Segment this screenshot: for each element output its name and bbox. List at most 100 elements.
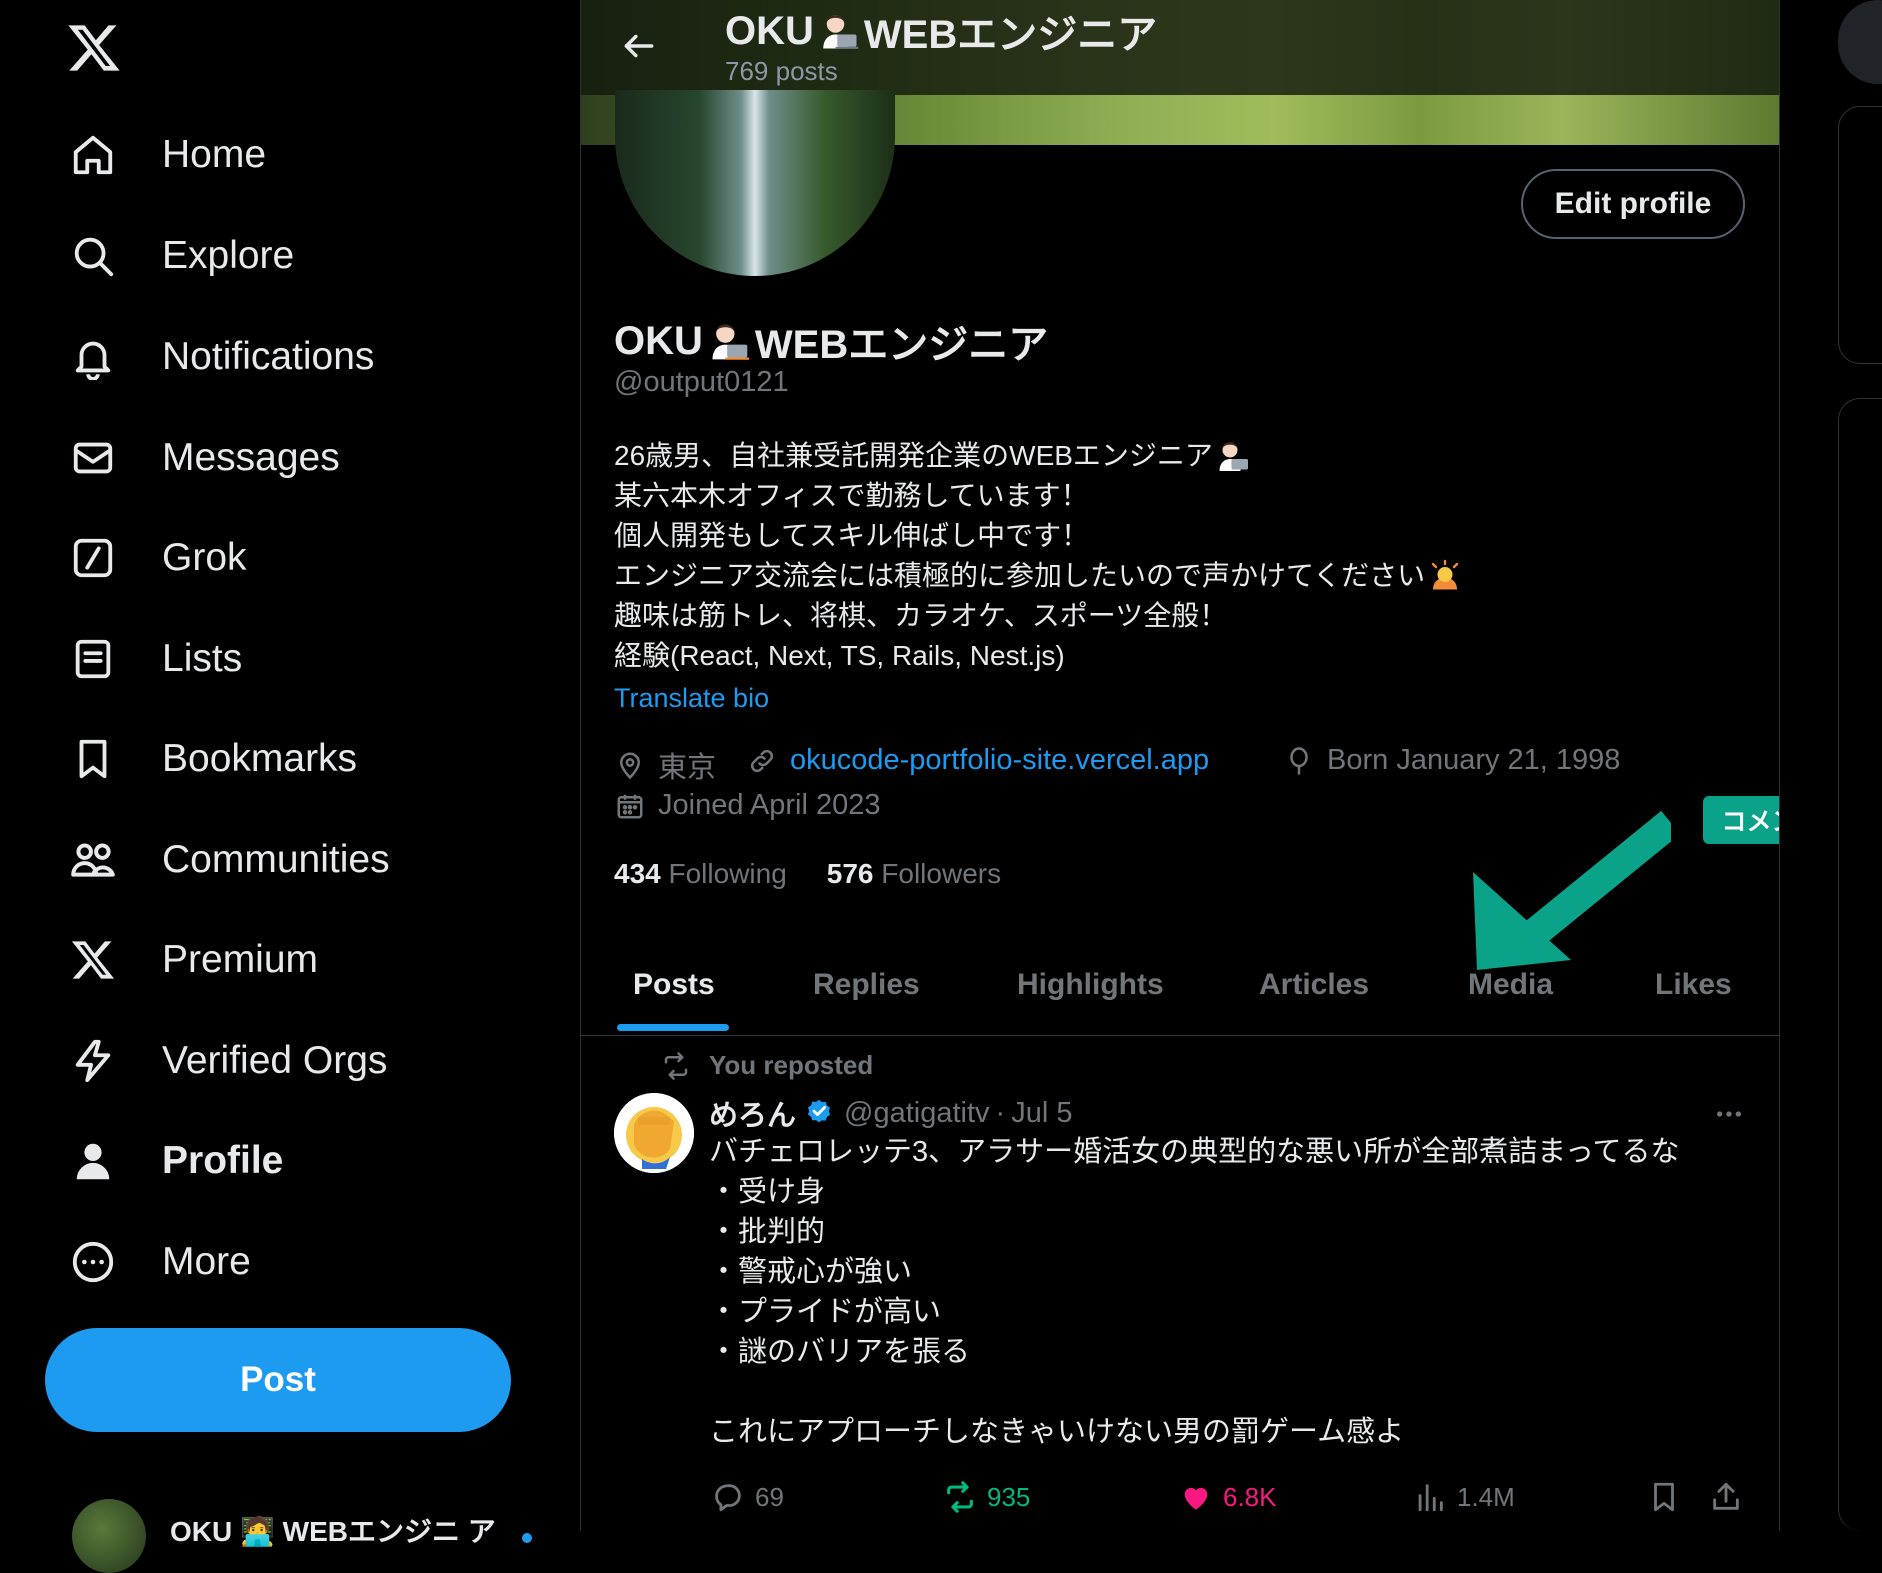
right-card	[1838, 398, 1882, 1531]
sidebar-item-label: Verified Orgs	[162, 1039, 388, 1082]
profile-avatar[interactable]	[615, 90, 895, 276]
technologist-emoji-icon	[1215, 438, 1251, 474]
technologist-emoji-icon	[818, 10, 860, 52]
heart-icon	[1179, 1480, 1213, 1514]
sidebar-item-label: Messages	[162, 436, 340, 479]
left-sidebar: Home Explore Notifications Messages Grok…	[0, 0, 580, 1573]
tweet-text: バチェロレッテ3、アラサー婚活女の典型的な悪い所が全部煮詰まってるな ・受け身 …	[709, 1136, 1680, 1448]
repost-icon	[661, 1051, 691, 1081]
tweet-date[interactable]: Jul 5	[1011, 1097, 1072, 1130]
profile-website[interactable]: okucode-portfolio-site.vercel.app	[746, 744, 1209, 777]
follow-stats: 434 Following 576 Followers	[614, 858, 1001, 890]
sidebar-item-notifications[interactable]: Notifications	[68, 322, 374, 392]
post-button[interactable]: Post	[45, 1328, 511, 1432]
like-count: 6.8K	[1223, 1481, 1277, 1512]
repost-icon	[943, 1480, 977, 1514]
sidebar-item-label: Premium	[162, 938, 319, 981]
profile-display-name: OKU WEBエンジニア	[614, 318, 1049, 368]
right-card	[1838, 106, 1882, 364]
home-icon	[68, 130, 118, 180]
sidebar-item-label: Profile	[162, 1139, 284, 1182]
account-switcher[interactable]: OKU 🧑‍💻 WEBエンジニ ア	[72, 1499, 532, 1573]
tab-replies[interactable]: Replies	[813, 935, 920, 1035]
sidebar-item-label: Grok	[162, 536, 247, 579]
reply-count: 69	[755, 1481, 784, 1512]
header-display-name: OKU WEBエンジニア	[725, 8, 1158, 58]
profile-joined: Joined April 2023	[614, 789, 881, 822]
facepalm-emoji-icon	[614, 1093, 694, 1173]
share-icon	[1709, 1480, 1743, 1514]
annotation-arrow-icon	[1473, 810, 1671, 970]
sidebar-item-label: Notifications	[162, 335, 375, 378]
repost-button[interactable]: 935	[943, 1480, 1030, 1514]
profile-header-bar: OKU WEBエンジニア 769 posts	[581, 0, 1779, 95]
followers-link[interactable]: 576 Followers	[827, 858, 1001, 890]
like-button[interactable]: 6.8K	[1179, 1480, 1277, 1514]
sidebar-item-grok[interactable]: Grok	[68, 523, 247, 593]
sidebar-item-bookmarks[interactable]: Bookmarks	[68, 724, 357, 794]
tweet-handle[interactable]: @gatigatitv	[844, 1097, 990, 1130]
ellipsis-icon	[1717, 1111, 1741, 1117]
more-circle-icon	[68, 1237, 118, 1287]
lightning-icon	[68, 1036, 118, 1086]
person-icon	[68, 1136, 118, 1186]
edit-profile-button[interactable]: Edit profile	[1521, 169, 1745, 239]
sidebar-item-label: Explore	[162, 234, 295, 277]
sidebar-item-label: Communities	[162, 838, 390, 881]
view-count: 1.4M	[1457, 1481, 1515, 1512]
tab-posts[interactable]: Posts	[633, 935, 715, 1035]
reply-icon	[711, 1480, 745, 1514]
sidebar-item-label: More	[162, 1240, 251, 1283]
sidebar-item-premium[interactable]: Premium	[68, 925, 318, 995]
following-link[interactable]: 434 Following	[614, 858, 787, 890]
bell-icon	[68, 332, 118, 382]
account-name: OKU 🧑‍💻 WEBエンジニ ア	[170, 1516, 496, 1547]
profile-bio: 26歳男、自社兼受託開発企業のWEBエンジニア 某六本木オフィスで勤務しています…	[614, 436, 1463, 676]
sidebar-item-profile[interactable]: Profile	[68, 1126, 283, 1196]
x-logo-icon	[68, 935, 118, 985]
sidebar-item-home[interactable]: Home	[68, 120, 266, 190]
bookmark-icon	[68, 734, 118, 784]
unread-dot	[521, 1533, 532, 1543]
balloon-icon	[1283, 745, 1315, 777]
bar-chart-icon	[1413, 1480, 1447, 1514]
tweet-header: めろん @gatigatitv · Jul 5	[709, 1092, 1072, 1134]
translate-bio-link[interactable]: Translate bio	[614, 683, 769, 714]
profile-birthday: Born January 21, 1998	[1283, 744, 1620, 777]
share-button[interactable]	[1709, 1480, 1743, 1514]
list-icon	[68, 634, 118, 684]
website-link[interactable]: okucode-portfolio-site.vercel.app	[790, 744, 1209, 777]
link-icon	[746, 745, 778, 777]
tweet[interactable]: You reposted めろん @gatigatitv · Jul 5 バチェ…	[581, 1036, 1779, 1530]
views-button[interactable]: 1.4M	[1413, 1480, 1515, 1514]
sidebar-item-lists[interactable]: Lists	[68, 624, 242, 694]
sidebar-item-more[interactable]: More	[68, 1227, 251, 1297]
sidebar-item-label: Home	[162, 133, 267, 176]
sidebar-item-explore[interactable]: Explore	[68, 221, 294, 291]
annotation-label: コメント一覧と表示	[1703, 796, 1779, 844]
search-icon	[68, 231, 118, 281]
profile-location: 東京	[614, 744, 716, 786]
verified-badge-icon	[804, 1098, 834, 1128]
tweet-author-name[interactable]: めろん	[709, 1092, 796, 1134]
x-logo-icon[interactable]	[66, 20, 122, 76]
bowing-person-emoji-icon	[1427, 558, 1463, 594]
location-pin-icon	[614, 749, 646, 781]
sidebar-item-verified-orgs[interactable]: Verified Orgs	[68, 1026, 387, 1096]
reply-button[interactable]: 69	[711, 1480, 784, 1514]
search-input[interactable]	[1838, 0, 1882, 84]
sidebar-item-messages[interactable]: Messages	[68, 423, 340, 493]
sidebar-item-label: Bookmarks	[162, 737, 358, 780]
tab-articles[interactable]: Articles	[1259, 935, 1369, 1035]
sidebar-item-communities[interactable]: Communities	[68, 825, 390, 895]
post-count: 769 posts	[725, 56, 838, 86]
profile-column: OKU WEBエンジニア 769 posts Edit profile OKU …	[580, 0, 1780, 1530]
grok-icon	[68, 533, 118, 583]
tweet-author-avatar[interactable]	[614, 1093, 694, 1173]
bookmark-button[interactable]	[1647, 1480, 1681, 1514]
tab-highlights[interactable]: Highlights	[1017, 935, 1164, 1035]
back-button[interactable]	[609, 16, 669, 76]
repost-count: 935	[987, 1481, 1031, 1512]
tweet-more-button[interactable]	[1709, 1094, 1749, 1134]
profile-handle: @output0121	[614, 366, 789, 398]
